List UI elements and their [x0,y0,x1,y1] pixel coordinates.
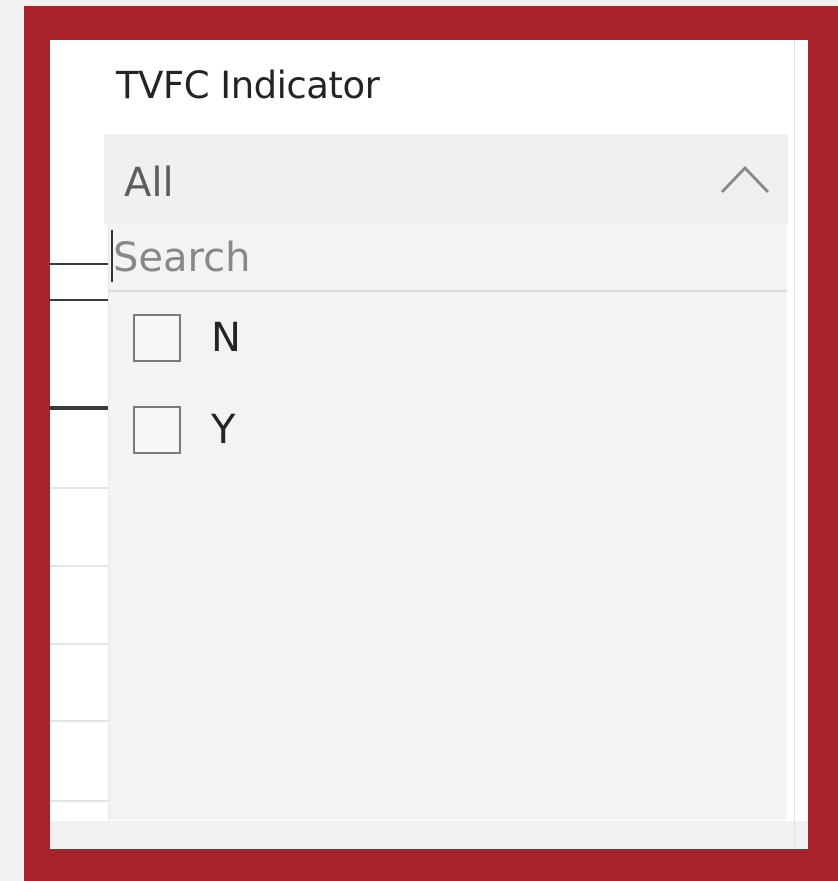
table-row-divider [50,487,108,489]
selected-value: All [124,160,174,206]
slicer-dropdown-list: N Y [108,224,787,820]
table-row-divider [50,643,108,645]
list-item-y[interactable]: Y [133,402,773,458]
table-divider [50,299,108,301]
option-label: Y [211,407,236,453]
table-divider [50,406,108,410]
chevron-up-icon[interactable] [720,164,770,194]
checkbox-y[interactable] [133,406,181,454]
search-input[interactable] [113,230,773,286]
table-row-divider [50,565,108,567]
checkbox-n[interactable] [133,314,181,362]
search-box[interactable] [109,224,787,292]
table-row-divider [50,720,108,722]
table-divider [50,263,108,265]
list-item-n[interactable]: N [133,310,773,366]
option-label: N [211,315,241,361]
slicer-title: TVFC Indicator [116,64,380,107]
panel-right-edge [794,40,795,849]
panel-bottom-strip [50,821,808,849]
slicer-dropdown-header[interactable]: All [104,134,788,224]
table-row-divider [50,800,108,802]
